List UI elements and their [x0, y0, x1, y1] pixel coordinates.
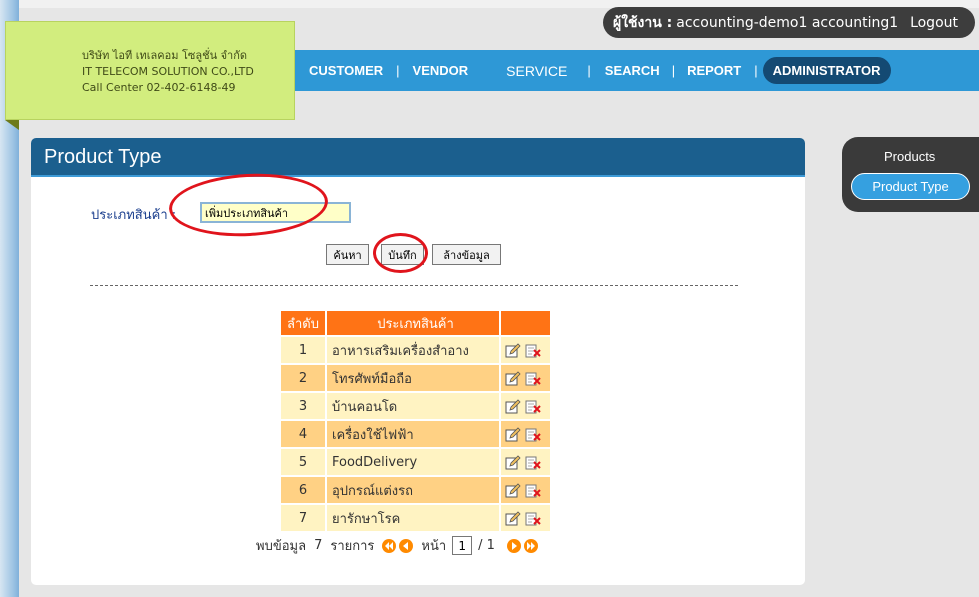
table-row: 3 บ้านคอนโด	[279, 391, 552, 421]
column-header-number: ลำดับ	[279, 309, 327, 337]
row-product-type: ยารักษาโรค	[325, 503, 501, 533]
delete-icon[interactable]	[525, 343, 541, 358]
company-name-th: บริษัท ไอที เทเลคอม โซลูชั่น จำกัด	[82, 49, 248, 62]
found-label: พบข้อมูล	[256, 539, 307, 554]
table-header-row: ลำดับ ประเภทสินค้า	[279, 309, 552, 337]
company-call-center: Call Center 02-402-6148-49	[82, 81, 236, 94]
row-number: 2	[279, 363, 327, 393]
nav-separator: |	[754, 63, 758, 78]
nav-separator: |	[587, 63, 591, 78]
row-number: 5	[279, 447, 327, 477]
row-product-type: บ้านคอนโด	[325, 391, 501, 421]
side-menu-title: Products	[884, 149, 936, 164]
last-page-icon[interactable]	[523, 538, 538, 553]
page-title: Product Type	[44, 146, 162, 168]
delete-icon[interactable]	[525, 483, 541, 498]
row-actions	[499, 391, 552, 421]
edit-icon[interactable]	[505, 510, 521, 526]
product-type-input[interactable]	[200, 202, 351, 223]
table-row: 7 ยารักษาโรค	[279, 503, 552, 533]
table-row: 5 FoodDelivery	[279, 447, 552, 477]
side-item-product-type[interactable]: Product Type	[851, 173, 970, 200]
save-button[interactable]: บันทึก	[381, 244, 424, 265]
row-number: 1	[279, 335, 327, 365]
nav-vendor[interactable]: VENDOR	[413, 63, 469, 78]
prev-page-icon[interactable]	[399, 538, 414, 553]
row-number: 4	[279, 419, 327, 449]
row-product-type: โทรศัพท์มือถือ	[325, 363, 501, 393]
items-label: รายการ	[330, 539, 375, 554]
company-name-en: IT TELECOM SOLUTION CO.,LTD	[82, 65, 254, 78]
row-actions	[499, 475, 552, 505]
nav-customer[interactable]: CUSTOMER	[309, 63, 383, 78]
row-actions	[499, 419, 552, 449]
row-product-type: อุปกรณ์แต่งรถ	[325, 475, 501, 505]
product-type-label: ประเภทสินค้า :	[91, 208, 177, 223]
nav-report[interactable]: REPORT	[687, 63, 741, 78]
table-row: 6 อุปกรณ์แต่งรถ	[279, 475, 552, 505]
row-number: 3	[279, 391, 327, 421]
nav-search[interactable]: SEARCH	[605, 63, 660, 78]
row-number: 7	[279, 503, 327, 533]
row-actions	[499, 363, 552, 393]
nav-administrator[interactable]: ADMINISTRATOR	[762, 57, 891, 84]
product-type-panel: Product Type ประเภทสินค้า : ค้นหา บันทึก…	[31, 138, 805, 585]
delete-icon[interactable]	[525, 511, 541, 526]
user-label: ผู้ใช้งาน :	[613, 14, 673, 31]
page-number-input[interactable]	[452, 536, 473, 555]
user-bar: ผู้ใช้งาน : accounting-demo1 accounting1…	[603, 7, 975, 38]
nav-separator: |	[396, 63, 400, 78]
total-pages: / 1	[478, 538, 495, 553]
table-row: 2 โทรศัพท์มือถือ	[279, 363, 552, 393]
delete-icon[interactable]	[525, 455, 541, 470]
clear-button[interactable]: ล้างข้อมูล	[432, 244, 501, 265]
row-actions	[499, 503, 552, 533]
edit-icon[interactable]	[505, 454, 521, 470]
page-label: หน้า	[421, 539, 447, 554]
nav-service[interactable]: SERVICE	[506, 63, 567, 79]
panel-header: Product Type	[31, 138, 805, 177]
divider	[90, 285, 738, 286]
first-page-icon[interactable]	[382, 538, 397, 553]
next-page-icon[interactable]	[506, 538, 521, 553]
row-product-type: FoodDelivery	[325, 447, 501, 477]
sticker-fold	[5, 120, 19, 130]
table-row: 1 อาหารเสริมเครื่องสำอาง	[279, 335, 552, 365]
row-product-type: อาหารเสริมเครื่องสำอาง	[325, 335, 501, 365]
edit-icon[interactable]	[505, 398, 521, 414]
column-header-actions	[499, 309, 552, 337]
delete-icon[interactable]	[525, 399, 541, 414]
table-row: 4 เครื่องใช้ไฟฟ้า	[279, 419, 552, 449]
pager: พบข้อมูล 7 รายการ หน้า / 1	[256, 535, 541, 556]
row-actions	[499, 335, 552, 365]
product-type-table: ลำดับ ประเภทสินค้า 1 อาหารเสริมเครื่องสำอ…	[279, 309, 552, 533]
user-name: accounting-demo1 accounting1	[676, 14, 899, 31]
result-count: 7	[314, 538, 323, 553]
edit-icon[interactable]	[505, 482, 521, 498]
edit-icon[interactable]	[505, 342, 521, 358]
main-nav: CUSTOMER | VENDOR SERVICE | SEARCH | REP…	[295, 50, 979, 91]
edit-icon[interactable]	[505, 426, 521, 442]
delete-icon[interactable]	[525, 427, 541, 442]
delete-icon[interactable]	[525, 371, 541, 386]
row-number: 6	[279, 475, 327, 505]
search-button[interactable]: ค้นหา	[326, 244, 369, 265]
row-actions	[499, 447, 552, 477]
company-info: บริษัท ไอที เทเลคอม โซลูชั่น จำกัด IT TE…	[5, 21, 295, 120]
row-product-type: เครื่องใช้ไฟฟ้า	[325, 419, 501, 449]
column-header-type: ประเภทสินค้า	[325, 309, 501, 337]
side-menu: Products Product Type	[842, 137, 979, 212]
edit-icon[interactable]	[505, 370, 521, 386]
logout-link[interactable]: Logout	[910, 15, 958, 31]
nav-separator: |	[671, 63, 676, 78]
